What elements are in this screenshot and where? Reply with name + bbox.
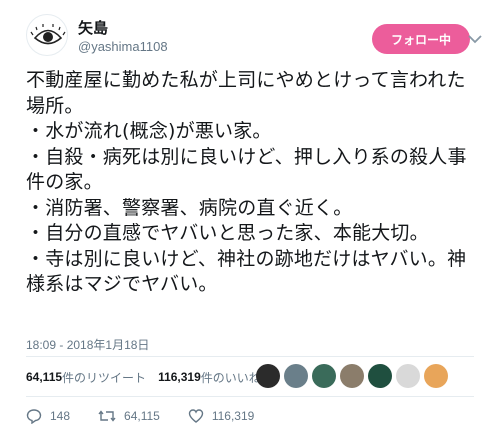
heart-icon (188, 409, 204, 423)
tweet-header: 矢島 @yashima1108 フォロー中 (26, 14, 486, 62)
tweet-text: 不動産屋に勤めた私が上司にやめとけって言われた場所。 ・水が流れ(概念)が悪い家… (26, 69, 467, 295)
retweet-count: 64,115 (124, 409, 160, 423)
tweet-timestamp[interactable]: 18:09 - 2018年1月18日 (26, 336, 149, 353)
like-button[interactable]: 116,319 (188, 408, 255, 424)
liker-avatar[interactable] (312, 364, 336, 388)
liker-avatars (256, 364, 452, 388)
following-button[interactable]: フォロー中 (372, 24, 470, 54)
divider (26, 396, 474, 397)
avatar[interactable] (26, 14, 68, 56)
like-count: 116,319 (211, 409, 255, 423)
liker-avatar[interactable] (256, 364, 280, 388)
likes-stat[interactable]: 116,319 件のいいね (158, 369, 261, 386)
retweets-stat[interactable]: 64,115 件のリツイート (26, 369, 146, 386)
liker-avatar[interactable] (368, 364, 392, 388)
liker-avatar[interactable] (424, 364, 448, 388)
reply-button[interactable]: 148 (26, 408, 70, 424)
divider (26, 356, 474, 357)
likes-label: 件のいいね (200, 370, 261, 385)
reply-count: 148 (50, 409, 71, 423)
display-name[interactable]: 矢島 (78, 18, 168, 38)
liker-avatar[interactable] (284, 364, 308, 388)
tweet-stats: 64,115 件のリツイート 116,319 件のいいね (26, 366, 273, 388)
user-info: 矢島 @yashima1108 (78, 18, 168, 56)
retweets-label: 件のリツイート (62, 370, 147, 385)
reply-icon (26, 409, 42, 424)
retweet-icon (98, 410, 116, 422)
likes-count: 116,319 (158, 370, 201, 384)
liker-avatar[interactable] (340, 364, 364, 388)
chevron-down-icon[interactable] (468, 34, 482, 44)
retweet-button[interactable]: 64,115 (98, 408, 160, 424)
retweets-count: 64,115 (26, 370, 63, 384)
liker-avatar[interactable] (396, 364, 420, 388)
tweet-actions: 148 64,115 116,319 (26, 406, 282, 426)
user-handle[interactable]: @yashima1108 (78, 38, 168, 56)
eye-avatar-icon (30, 24, 66, 45)
